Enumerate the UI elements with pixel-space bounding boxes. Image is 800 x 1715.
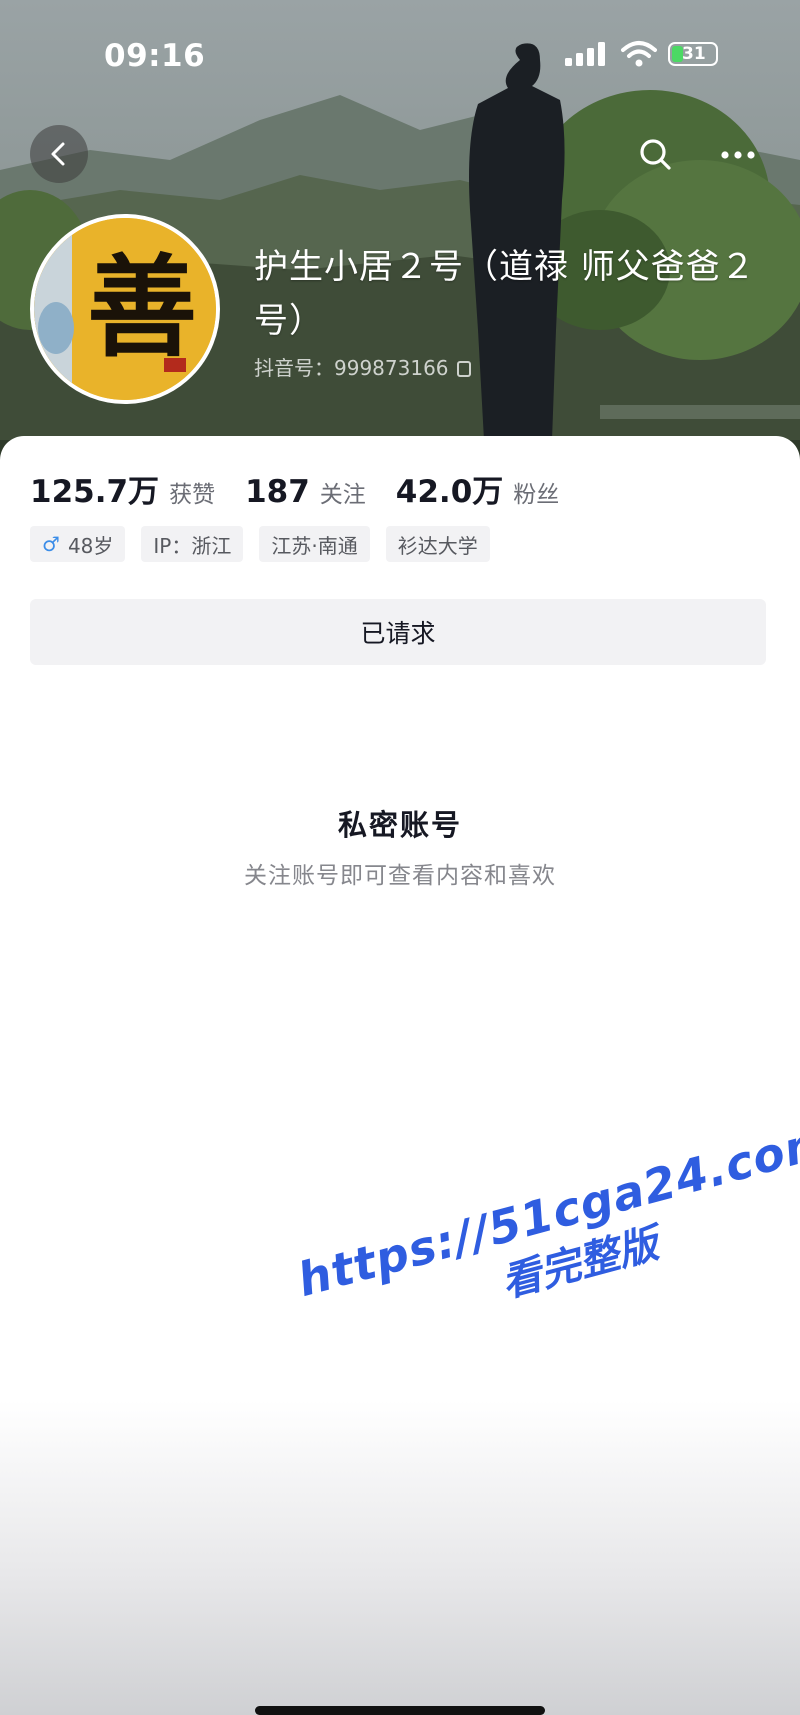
- battery-icon: 31: [668, 42, 718, 66]
- bottom-fade: [0, 1400, 800, 1715]
- stat-likes-number: 125.7万: [30, 474, 160, 510]
- tag-age: 48岁: [67, 533, 114, 558]
- tag-location: 江苏·南通: [259, 526, 370, 562]
- more-dots-icon[interactable]: [718, 140, 758, 170]
- avatar-image: 善: [34, 218, 216, 400]
- avatar-calligraphy: 善: [87, 243, 197, 372]
- profile-cover: 09:16 31 善 护生小居２号（道禄 师父爸爸２号） 抖音号：9998731…: [0, 0, 800, 460]
- stat-likes-label: 获赞: [169, 482, 216, 508]
- stat-likes[interactable]: 125.7万 获赞: [30, 466, 215, 511]
- stats-row: 125.7万 获赞 187 关注 42.0万 粉丝: [30, 466, 589, 511]
- profile-tags: ♂ 48岁 IP：浙江 江苏·南通 衫达大学: [30, 526, 506, 562]
- tag-ip: IP：浙江: [141, 526, 244, 562]
- private-account-title: 私密账号: [337, 808, 462, 842]
- stat-followers-number: 42.0万: [395, 474, 504, 510]
- status-time: 09:16: [104, 38, 206, 74]
- copy-icon[interactable]: [456, 361, 471, 377]
- chevron-left-icon: [51, 142, 65, 166]
- stat-following[interactable]: 187 关注: [245, 474, 366, 510]
- tag-gender-age: ♂ 48岁: [30, 526, 126, 562]
- nickname: 护生小居２号（道禄 师父爸爸２号）: [254, 247, 756, 341]
- stat-following-label: 关注: [319, 482, 366, 508]
- avatar[interactable]: 善: [30, 214, 220, 404]
- back-button[interactable]: [30, 125, 88, 183]
- cellular-signal-icon: [565, 42, 605, 66]
- home-indicator[interactable]: [255, 1706, 545, 1715]
- tag-school[interactable]: 衫达大学: [385, 526, 490, 562]
- stat-following-number: 187: [245, 474, 310, 510]
- search-icon[interactable]: [636, 135, 676, 175]
- requested-button[interactable]: 已请求: [30, 599, 766, 665]
- stat-followers-label: 粉丝: [513, 482, 560, 508]
- battery-level: 31: [682, 44, 706, 64]
- douyin-id-row[interactable]: 抖音号：999873166: [254, 352, 471, 381]
- status-bar: 09:16 31: [0, 0, 800, 110]
- wifi-icon: [621, 41, 657, 67]
- douyin-id: 抖音号：999873166: [254, 356, 449, 380]
- stat-followers[interactable]: 42.0万 粉丝: [396, 466, 560, 511]
- male-icon: ♂: [42, 532, 60, 556]
- private-account-subtitle: 关注账号即可查看内容和喜欢: [244, 863, 556, 889]
